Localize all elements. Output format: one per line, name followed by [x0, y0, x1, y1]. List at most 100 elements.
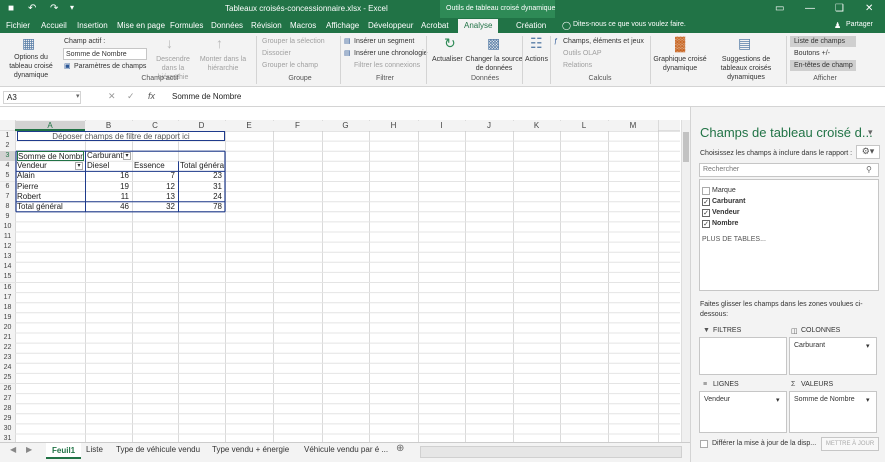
- row-header[interactable]: 14: [0, 262, 15, 273]
- customize-icon[interactable]: ▾: [70, 3, 74, 12]
- row-header[interactable]: 10: [0, 221, 15, 232]
- chevron-down-icon[interactable]: ▾: [866, 342, 870, 350]
- row-header[interactable]: 19: [0, 312, 15, 323]
- change-source-button[interactable]: Changer la source de données: [465, 55, 523, 73]
- tab-view[interactable]: Affichage: [326, 21, 359, 30]
- column-header[interactable]: E: [225, 121, 273, 131]
- drill-up-button[interactable]: Monter dans la hiérarchie: [198, 55, 248, 73]
- column-header[interactable]: J: [465, 121, 513, 131]
- pivot-column-header[interactable]: Essence: [134, 161, 177, 171]
- relations-button[interactable]: Relations: [563, 61, 592, 70]
- pivot-row-label[interactable]: Robert: [17, 192, 84, 202]
- row-header[interactable]: 12: [0, 242, 15, 253]
- row-header[interactable]: 15: [0, 272, 15, 283]
- filter-connections-button[interactable]: Filtrer les connexions: [354, 61, 420, 70]
- gear-icon[interactable]: ⚙▾: [856, 145, 880, 159]
- tab-acrobat[interactable]: Acrobat: [421, 21, 449, 30]
- share-button[interactable]: Partager: [846, 21, 873, 28]
- buttons-toggle[interactable]: Boutons +/-: [790, 48, 834, 59]
- row-header[interactable]: 4: [0, 161, 15, 172]
- vertical-scrollbar[interactable]: [681, 120, 690, 442]
- columns-field-carburant[interactable]: Carburant: [794, 342, 825, 349]
- group-field-button[interactable]: Grouper le champ: [262, 61, 318, 70]
- row-header[interactable]: 24: [0, 363, 15, 374]
- spreadsheet-grid[interactable]: A B C D E F G H I J K L M 1 2 3 4 5 6 7 8 9 10 11 12 13 14 15 16 17 18…: [0, 120, 680, 445]
- tab-formulas[interactable]: Formules: [170, 21, 203, 30]
- sheet-tab-type-vehicule[interactable]: Type de véhicule vendu: [116, 445, 200, 454]
- pivot-column-header[interactable]: Diesel: [87, 161, 131, 171]
- restore-icon[interactable]: ❑: [835, 3, 844, 14]
- chevron-down-icon[interactable]: ▾: [776, 396, 780, 404]
- insert-timeline-button[interactable]: Insérer une chronologie: [354, 49, 428, 58]
- row-header[interactable]: 30: [0, 423, 15, 434]
- olap-tools-button[interactable]: Outils OLAP: [563, 49, 602, 58]
- pivot-row-field-label[interactable]: Vendeur: [17, 161, 77, 171]
- pivot-chart-button[interactable]: Graphique croisé dynamique: [652, 55, 708, 73]
- row-header[interactable]: 3: [0, 151, 15, 162]
- more-tables-link[interactable]: PLUS DE TABLES...: [702, 236, 766, 243]
- pivot-column-header[interactable]: Total général: [180, 161, 224, 171]
- tab-macros[interactable]: Macros: [290, 21, 316, 30]
- row-header[interactable]: 28: [0, 403, 15, 414]
- defer-update-checkbox[interactable]: [700, 440, 708, 448]
- next-sheet-icon[interactable]: ▶: [26, 445, 32, 454]
- pivot-value-cell[interactable]: 23: [178, 171, 225, 181]
- chevron-down-icon[interactable]: ▾: [866, 396, 870, 404]
- add-sheet-icon[interactable]: ⊕: [396, 443, 404, 454]
- row-header[interactable]: 9: [0, 211, 15, 222]
- values-field-somme-nombre[interactable]: Somme de Nombre: [794, 396, 855, 403]
- pivot-value-cell[interactable]: 78: [178, 202, 225, 212]
- pivot-value-cell[interactable]: 13: [132, 192, 178, 202]
- refresh-button[interactable]: Actualiser: [432, 55, 463, 64]
- active-field-input[interactable]: Somme de Nombre: [63, 48, 147, 60]
- actions-button[interactable]: Actions: [525, 55, 548, 64]
- name-box[interactable]: A3: [3, 91, 81, 104]
- tab-home[interactable]: Accueil: [41, 21, 67, 30]
- row-header[interactable]: 20: [0, 322, 15, 333]
- row-header[interactable]: 6: [0, 181, 15, 192]
- save-icon[interactable]: ■: [8, 3, 14, 14]
- group-selection-button[interactable]: Grouper la sélection: [262, 37, 325, 46]
- filters-drop-area[interactable]: [699, 337, 787, 375]
- field-search-input[interactable]: Rechercher ⚲: [699, 163, 879, 177]
- column-header[interactable]: H: [369, 121, 418, 131]
- cancel-icon[interactable]: ✕: [108, 91, 116, 102]
- row-header[interactable]: 27: [0, 393, 15, 404]
- pivot-value-label[interactable]: Somme de Nombre: [17, 151, 84, 162]
- field-carburant[interactable]: Carburant: [712, 198, 745, 205]
- row-header[interactable]: 16: [0, 282, 15, 293]
- minimize-icon[interactable]: —: [805, 3, 815, 14]
- checkbox-nombre[interactable]: ✓: [702, 220, 710, 228]
- pivot-row-label[interactable]: Alain: [17, 171, 84, 181]
- pivot-value-cell[interactable]: 11: [85, 192, 132, 202]
- update-button[interactable]: METTRE À JOUR: [821, 437, 879, 451]
- row-header[interactable]: 22: [0, 343, 15, 354]
- field-settings-button[interactable]: Paramètres de champs: [74, 62, 146, 71]
- pivot-value-cell[interactable]: 7: [132, 171, 178, 181]
- row-header[interactable]: 23: [0, 353, 15, 364]
- tab-insert[interactable]: Insertion: [77, 21, 108, 30]
- values-drop-area[interactable]: Somme de Nombre ▾: [789, 391, 877, 433]
- tab-file[interactable]: Fichier: [6, 21, 30, 30]
- fields-items-sets-button[interactable]: Champs, éléments et jeux: [563, 37, 644, 46]
- field-nombre[interactable]: Nombre: [712, 220, 738, 227]
- pivot-options-button[interactable]: Options du tableau croisé dynamique: [2, 53, 60, 80]
- sheet-tab-vehicule-vendu[interactable]: Véhicule vendu par é ...: [304, 445, 388, 454]
- rows-drop-area[interactable]: Vendeur ▾: [699, 391, 787, 433]
- checkbox-carburant[interactable]: ✓: [702, 198, 710, 206]
- pivot-column-field-label[interactable]: Carburant: [87, 151, 127, 161]
- enter-icon[interactable]: ✓: [127, 91, 135, 102]
- insert-slicer-button[interactable]: Insérer un segment: [354, 37, 414, 46]
- tab-design[interactable]: Création: [516, 21, 546, 30]
- column-header[interactable]: F: [273, 121, 322, 131]
- columns-drop-area[interactable]: Carburant ▾: [789, 337, 877, 375]
- row-header[interactable]: 11: [0, 232, 15, 243]
- pane-close-icon[interactable]: ▾: [868, 127, 873, 138]
- column-header[interactable]: C: [132, 121, 178, 131]
- redo-icon[interactable]: ↷: [50, 3, 58, 14]
- pivot-value-cell[interactable]: 16: [85, 171, 132, 181]
- field-list-toggle[interactable]: Liste de champs: [790, 36, 856, 47]
- pivot-value-cell[interactable]: 32: [132, 202, 178, 212]
- row-header[interactable]: 26: [0, 383, 15, 394]
- checkbox-vendeur[interactable]: ✓: [702, 209, 710, 217]
